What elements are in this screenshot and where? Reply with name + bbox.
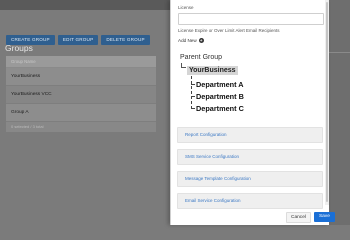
- section-label: Message Template Configuration: [185, 176, 251, 181]
- divider: [328, 52, 350, 53]
- edit-group-button[interactable]: EDIT GROUP: [57, 35, 99, 45]
- plus-circle-icon[interactable]: +: [198, 38, 204, 43]
- save-button[interactable]: Save: [313, 212, 335, 222]
- table-row[interactable]: YourBusiness VCC: [6, 86, 156, 104]
- tree-connector: [181, 63, 186, 68]
- background-right-area: [328, 0, 350, 225]
- tree-connector: [191, 96, 195, 97]
- tree-connector: [191, 76, 192, 109]
- alert-recipients-label: License Expire or Over Limit Alert Email…: [178, 28, 280, 33]
- group-name-filter[interactable]: Group Name: [6, 56, 156, 68]
- license-label: License: [178, 5, 194, 10]
- tree-connector: [191, 84, 195, 85]
- page-title: Groups: [5, 43, 33, 53]
- section-label: Email Service Configuration: [185, 198, 241, 203]
- email-service-configuration-section[interactable]: Email Service Configuration: [177, 193, 323, 209]
- tree-node[interactable]: Department C: [196, 104, 244, 113]
- tree-connector: [191, 108, 195, 109]
- report-configuration-section[interactable]: Report Configuration: [177, 127, 323, 143]
- section-label: SMS Service Configuration: [185, 154, 240, 159]
- add-new-link[interactable]: Add New +: [178, 38, 204, 43]
- section-label: Report Configuration: [185, 132, 227, 137]
- tree-node[interactable]: Department A: [196, 80, 244, 89]
- scrollbar[interactable]: [325, 0, 329, 205]
- sms-service-configuration-section[interactable]: SMS Service Configuration: [177, 149, 323, 165]
- parent-group-label: Parent Group: [180, 54, 223, 61]
- scrollbar-thumb[interactable]: [326, 2, 328, 202]
- modal-footer: Cancel Save: [286, 212, 335, 223]
- table-footer: 0 selected / 3 total: [6, 122, 156, 132]
- table-row[interactable]: Group A: [6, 104, 156, 122]
- cancel-button[interactable]: Cancel: [286, 212, 311, 223]
- add-new-label: Add New: [178, 38, 197, 43]
- edit-group-modal: License License Expire or Over Limit Ale…: [170, 0, 329, 225]
- tree-node-selected[interactable]: YourBusiness: [187, 66, 238, 75]
- license-input[interactable]: [178, 13, 324, 25]
- tree-node[interactable]: Department B: [196, 92, 244, 101]
- delete-group-button[interactable]: DELETE GROUP: [101, 35, 150, 45]
- table-row[interactable]: YourBusiness: [6, 68, 156, 86]
- message-template-configuration-section[interactable]: Message Template Configuration: [177, 171, 323, 187]
- groups-table: Group Name YourBusiness YourBusiness VCC…: [6, 56, 156, 132]
